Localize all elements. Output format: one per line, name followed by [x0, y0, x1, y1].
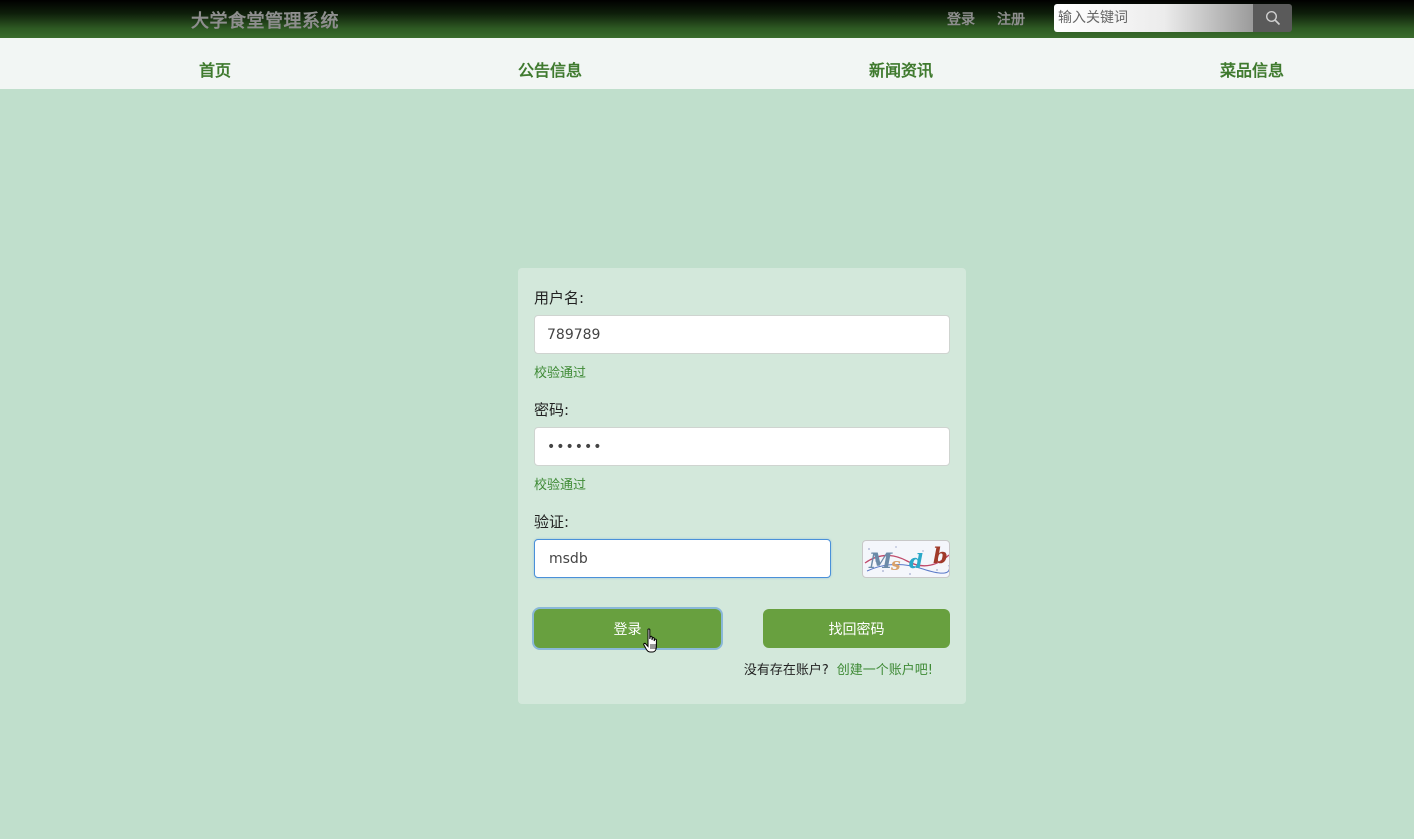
captcha-label: 验证: [534, 513, 570, 531]
no-account-text: 没有存在账户? [743, 663, 829, 678]
username-label: 用户名: [534, 289, 585, 307]
top-header-bar: 大学食堂管理系统 登录 注册 [0, 0, 1414, 38]
password-label: 密码: [534, 401, 570, 419]
captcha-char-4: b [933, 543, 948, 568]
captcha-input[interactable] [534, 539, 831, 578]
nav-item-news[interactable]: 新闻资讯 [869, 57, 933, 81]
create-account-link[interactable]: 创建一个账户吧! [837, 663, 933, 678]
username-validation-msg: 校验通过 [534, 366, 587, 381]
main-nav: 首页 公告信息 新闻资讯 菜品信息 [0, 38, 1414, 89]
login-button[interactable]: 登录 [534, 609, 721, 648]
signup-prompt: 没有存在账户? 创建一个账户吧! [744, 659, 933, 678]
captcha-graphic: M s d b [864, 543, 949, 575]
nav-item-dishes[interactable]: 菜品信息 [1220, 57, 1284, 81]
header-login-link[interactable]: 登录 [947, 9, 975, 29]
recover-password-button[interactable]: 找回密码 [763, 609, 950, 648]
captcha-image[interactable]: M s d b [862, 540, 950, 578]
site-brand[interactable]: 大学食堂管理系统 [191, 7, 339, 33]
password-input[interactable] [534, 427, 950, 466]
header-register-link[interactable]: 注册 [997, 9, 1025, 29]
nav-item-notices[interactable]: 公告信息 [518, 57, 582, 81]
password-validation-msg: 校验通过 [534, 478, 587, 493]
login-card: 用户名: 校验通过 密码: 校验通过 验证: M s d b 登录 找回密码 没… [518, 268, 966, 704]
username-input[interactable] [534, 315, 950, 354]
search-button[interactable] [1253, 4, 1292, 32]
captcha-char-2: s [890, 555, 901, 575]
captcha-char-3: d [909, 549, 923, 573]
nav-item-home[interactable]: 首页 [199, 57, 231, 81]
search-input[interactable] [1054, 4, 1254, 32]
captcha-char-1: M [868, 548, 893, 573]
search-icon [1265, 10, 1280, 26]
